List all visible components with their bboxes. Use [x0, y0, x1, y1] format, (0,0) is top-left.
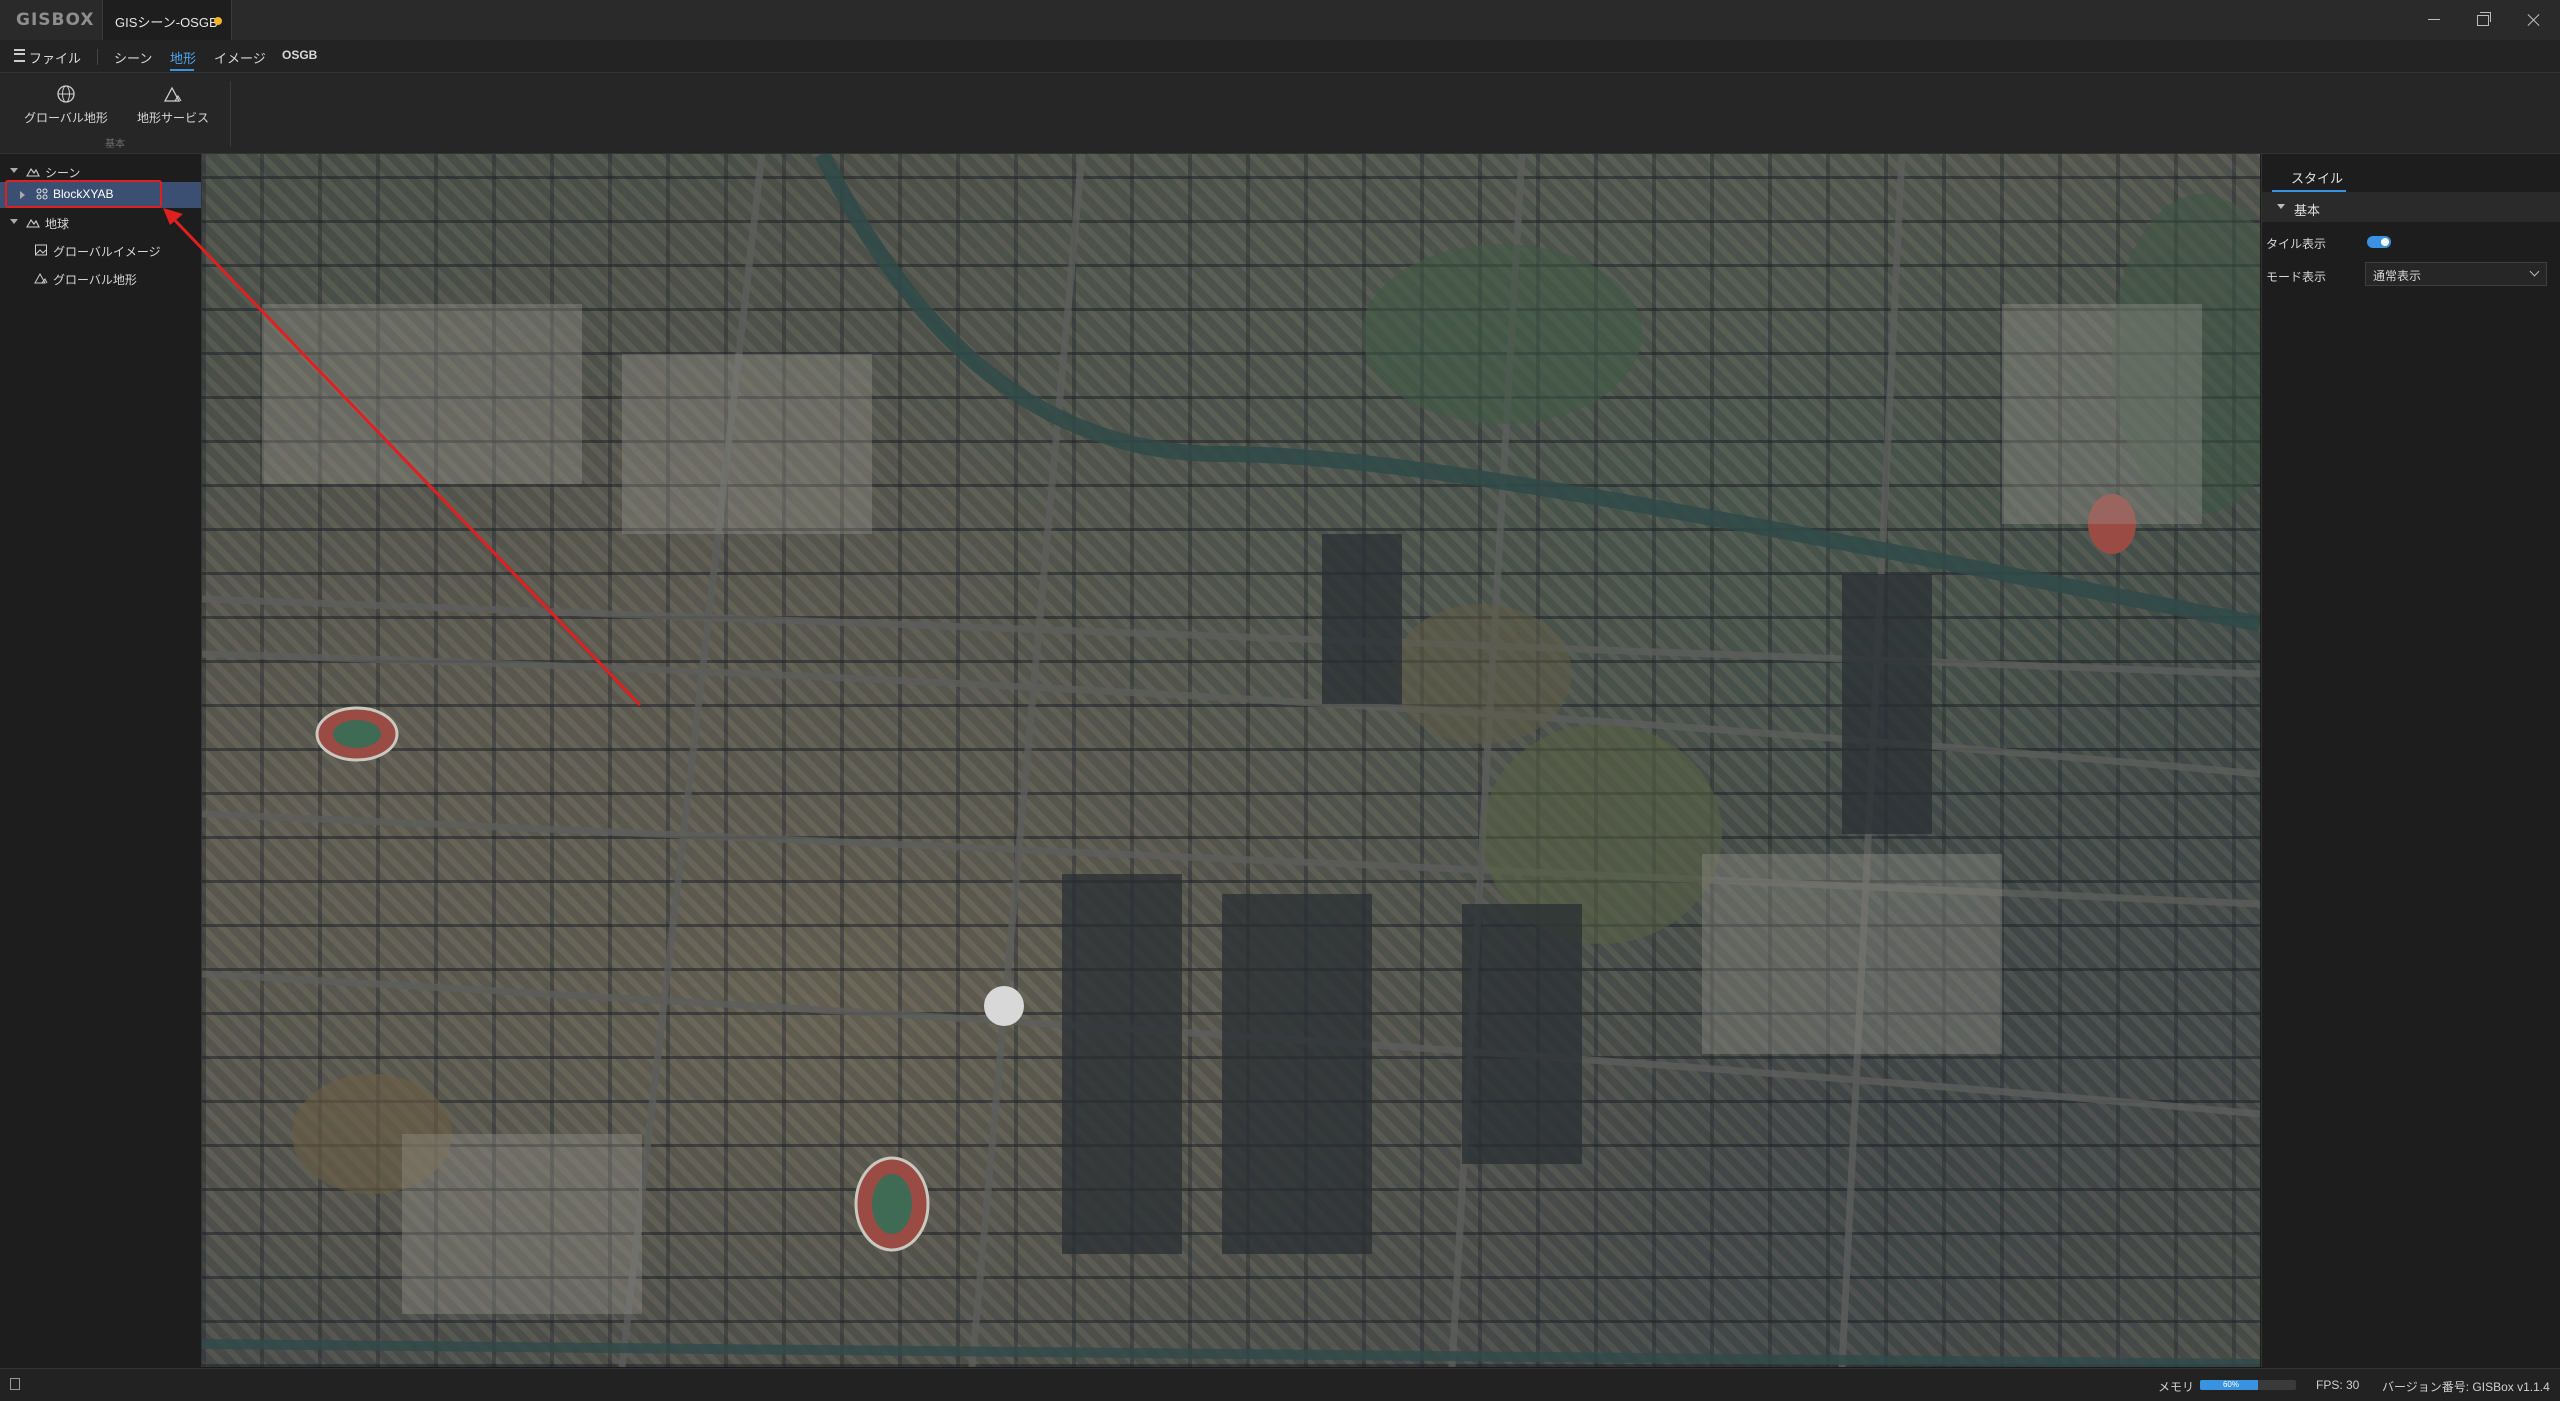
minimize-button[interactable]: [2422, 8, 2446, 32]
global-terrain-button[interactable]: グローバル地形: [18, 83, 114, 143]
tree-item-global-image[interactable]: グローバルイメージ: [0, 238, 201, 264]
terrain-mountain-icon: [163, 86, 182, 102]
chevron-down-icon[interactable]: [10, 168, 18, 173]
section-basic-label: 基本: [2294, 203, 2321, 218]
memory-label: メモリ: [2158, 1380, 2195, 1394]
menu-file[interactable]: ファイル: [14, 48, 81, 67]
scene-mountain-icon: [26, 168, 40, 177]
unsaved-dot-icon: [214, 17, 222, 25]
status-bar: メモリ 60% FPS: 30 バージョン番号: GISBox v1.1.4: [0, 1368, 2560, 1401]
document-tab[interactable]: GISシーン-OSGB: [102, 0, 232, 40]
document-icon[interactable]: [10, 1378, 20, 1390]
properties-panel: スタイル 基本 タイル表示 モード表示 通常表示: [2261, 154, 2560, 1367]
mode-display-select[interactable]: 通常表示: [2365, 262, 2547, 286]
title-bar: GISBOX GISシーン-OSGB: [0, 0, 2560, 40]
restore-button[interactable]: [2472, 8, 2496, 32]
tree-item-earth[interactable]: 地球: [0, 210, 201, 236]
terrain-service-button[interactable]: 地形サービス: [128, 83, 218, 143]
ribbon-group-label: 基本: [105, 139, 125, 150]
aerial-city-imagery: [202, 154, 2260, 1367]
close-button[interactable]: [2522, 8, 2546, 32]
memory-usage-text: 60%: [2222, 1380, 2239, 1389]
hamburger-icon: [14, 49, 25, 62]
tree-item-global-image-label: グローバルイメージ: [53, 245, 161, 259]
mode-display-label: モード表示: [2266, 270, 2327, 284]
chevron-down-icon: [2277, 204, 2285, 209]
menu-file-label: ファイル: [29, 51, 82, 66]
menu-scene[interactable]: シーン: [114, 48, 152, 67]
ribbon-toolbar: グローバル地形 地形サービス 基本: [0, 73, 2560, 154]
tile-display-toggle[interactable]: [2367, 236, 2391, 248]
terrain-service-label: 地形サービス: [136, 111, 209, 125]
tree-item-global-terrain[interactable]: グローバル地形: [0, 266, 201, 292]
tree-item-global-terrain-label: グローバル地形: [53, 273, 137, 287]
menu-bar: ファイル シーン 地形 イメージ OSGB: [0, 40, 2560, 73]
document-tab-label: GISシーン-OSGB: [115, 15, 218, 30]
memory-usage-bar: 60%: [2200, 1380, 2296, 1390]
map-viewport[interactable]: [202, 154, 2260, 1367]
tree-item-earth-label: 地球: [45, 217, 70, 231]
terrain-layer-icon: [34, 272, 48, 284]
menu-image[interactable]: イメージ: [214, 48, 266, 67]
globe-icon: [57, 85, 75, 103]
image-layer-icon: [35, 244, 47, 256]
highlight-annotation-box: [5, 180, 162, 208]
ribbon-divider: [230, 81, 231, 147]
tile-display-label: タイル表示: [2266, 237, 2327, 251]
chevron-down-icon: [2529, 266, 2540, 277]
app-logo: GISBOX: [16, 10, 95, 30]
global-terrain-label: グローバル地形: [24, 111, 108, 125]
fps-readout: FPS: 30: [2316, 1378, 2360, 1392]
chevron-down-icon[interactable]: [10, 219, 18, 224]
menu-osgb[interactable]: OSGB: [282, 48, 317, 62]
toggle-knob: [2381, 238, 2389, 246]
tab-style-label: スタイル: [2291, 171, 2344, 186]
tab-style[interactable]: スタイル: [2272, 160, 2346, 192]
scene-tree-panel: シーン BlockXYAB 地球 グローバルイメージ グローバル地形: [0, 154, 202, 1367]
menu-divider: [97, 49, 98, 65]
tree-item-scene-label: シーン: [45, 166, 81, 180]
earth-mountain-icon: [26, 219, 40, 228]
version-label: バージョン番号: GISBox v1.1.4: [2382, 1380, 2550, 1394]
mode-display-value: 通常表示: [2373, 269, 2422, 283]
section-basic-header[interactable]: 基本: [2262, 192, 2560, 222]
menu-terrain[interactable]: 地形: [170, 48, 196, 71]
